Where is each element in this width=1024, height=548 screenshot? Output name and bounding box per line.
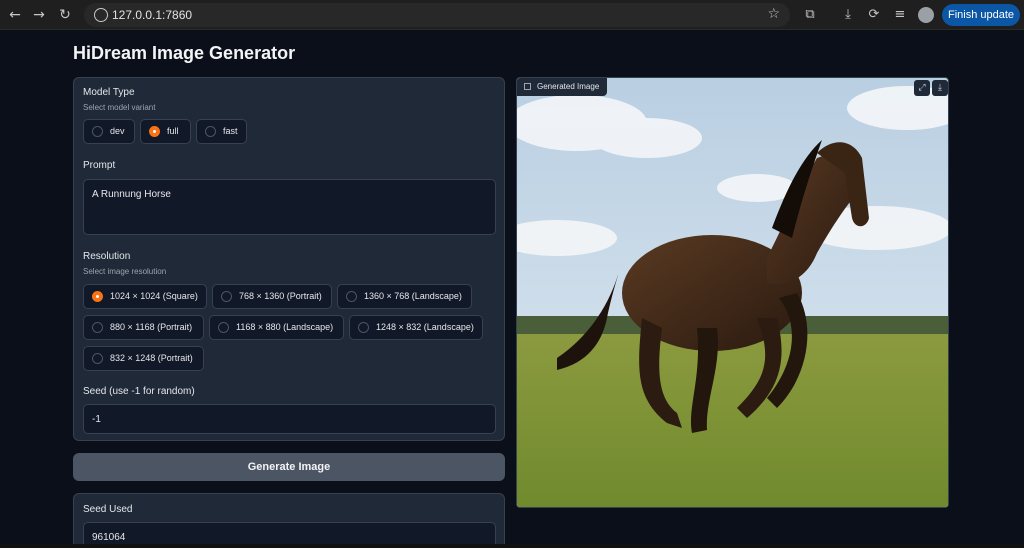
generate-image-button[interactable]: Generate Image bbox=[73, 453, 505, 481]
option-label: 1168 × 880 (Landscape) bbox=[236, 322, 334, 332]
status-strip bbox=[0, 544, 1024, 548]
image-icon bbox=[524, 83, 531, 90]
option-label: 768 × 1360 (Portrait) bbox=[239, 291, 322, 301]
address-bar[interactable]: 127.0.0.1:7860 ☆ bbox=[84, 3, 790, 27]
prompt-input[interactable]: A Runnung Horse bbox=[83, 179, 496, 235]
option-label: 880 × 1168 (Portrait) bbox=[110, 322, 193, 332]
generated-image-panel: Generated Image ⤢ ⤓ bbox=[516, 77, 949, 508]
back-icon[interactable]: ← bbox=[6, 6, 24, 24]
model-option-fast[interactable]: fast bbox=[196, 119, 247, 144]
profile-icon[interactable] bbox=[918, 7, 934, 23]
download-icon[interactable]: ⤓ bbox=[932, 80, 948, 96]
model-type-sublabel: Select model variant bbox=[83, 103, 156, 112]
generated-horse-image bbox=[517, 78, 948, 507]
page-title: HiDream Image Generator bbox=[73, 43, 296, 63]
option-label: 832 × 1248 (Portrait) bbox=[110, 353, 193, 363]
resolution-option-1248x832[interactable]: 1248 × 832 (Landscape) bbox=[349, 315, 483, 340]
generated-image-label: Generated Image bbox=[517, 78, 608, 96]
radio-selected-icon[interactable] bbox=[92, 291, 103, 302]
resolution-option-768x1360[interactable]: 768 × 1360 (Portrait) bbox=[212, 284, 332, 309]
model-type-label: Model Type bbox=[83, 87, 135, 98]
model-option-dev[interactable]: dev bbox=[83, 119, 135, 144]
seed-input[interactable]: -1 bbox=[83, 404, 496, 434]
option-label: 1024 × 1024 (Square) bbox=[110, 291, 198, 301]
radio-icon[interactable] bbox=[92, 126, 103, 137]
model-option-full[interactable]: full bbox=[140, 119, 191, 144]
reload-icon[interactable]: ↻ bbox=[56, 6, 74, 24]
generated-image-label-text: Generated Image bbox=[537, 82, 600, 91]
seed-used-panel: Seed Used 961064 bbox=[73, 493, 505, 548]
resolution-label: Resolution bbox=[83, 251, 131, 262]
extensions-icon[interactable]: ⧉ bbox=[802, 7, 818, 23]
prompt-label: Prompt bbox=[83, 160, 116, 171]
field bbox=[517, 334, 948, 507]
star-icon[interactable]: ☆ bbox=[767, 6, 780, 22]
radio-icon[interactable] bbox=[346, 291, 357, 302]
resolution-option-1360x768[interactable]: 1360 × 768 (Landscape) bbox=[337, 284, 472, 309]
media-icon[interactable]: ≡ bbox=[892, 7, 908, 23]
seed-label: Seed (use -1 for random) bbox=[83, 386, 195, 397]
resolution-option-832x1248[interactable]: 832 × 1248 (Portrait) bbox=[83, 346, 204, 371]
radio-icon[interactable] bbox=[221, 291, 232, 302]
resolution-sublabel: Select image resolution bbox=[83, 267, 167, 276]
site-info-icon[interactable] bbox=[94, 8, 108, 22]
forward-icon[interactable]: → bbox=[30, 6, 48, 24]
finish-update-button[interactable]: Finish update bbox=[942, 4, 1020, 26]
radio-icon[interactable] bbox=[92, 353, 103, 364]
fullscreen-icon[interactable]: ⤢ bbox=[914, 80, 930, 96]
browser-toolbar: ← → ↻ 127.0.0.1:7860 ☆ ⧉ ⤓ ⟳ ≡ Finish up… bbox=[0, 0, 1024, 30]
download-icon[interactable]: ⤓ bbox=[840, 7, 856, 23]
option-label: fast bbox=[223, 126, 238, 136]
resolution-option-1024x1024[interactable]: 1024 × 1024 (Square) bbox=[83, 284, 207, 309]
seed-used-label: Seed Used bbox=[83, 504, 133, 515]
option-label: dev bbox=[110, 126, 125, 136]
radio-icon[interactable] bbox=[218, 322, 229, 333]
radio-icon[interactable] bbox=[358, 322, 369, 333]
option-label: full bbox=[167, 126, 179, 136]
settings-panel: Model Type Select model variant dev full… bbox=[73, 77, 505, 441]
radio-selected-icon[interactable] bbox=[149, 126, 160, 137]
radio-icon[interactable] bbox=[205, 126, 216, 137]
radio-icon[interactable] bbox=[92, 322, 103, 333]
resolution-option-1168x880[interactable]: 1168 × 880 (Landscape) bbox=[209, 315, 344, 340]
sync-icon[interactable]: ⟳ bbox=[866, 7, 882, 23]
resolution-option-880x1168[interactable]: 880 × 1168 (Portrait) bbox=[83, 315, 204, 340]
url-text[interactable]: 127.0.0.1:7860 bbox=[112, 8, 192, 22]
option-label: 1248 × 832 (Landscape) bbox=[376, 322, 474, 332]
option-label: 1360 × 768 (Landscape) bbox=[364, 291, 462, 301]
